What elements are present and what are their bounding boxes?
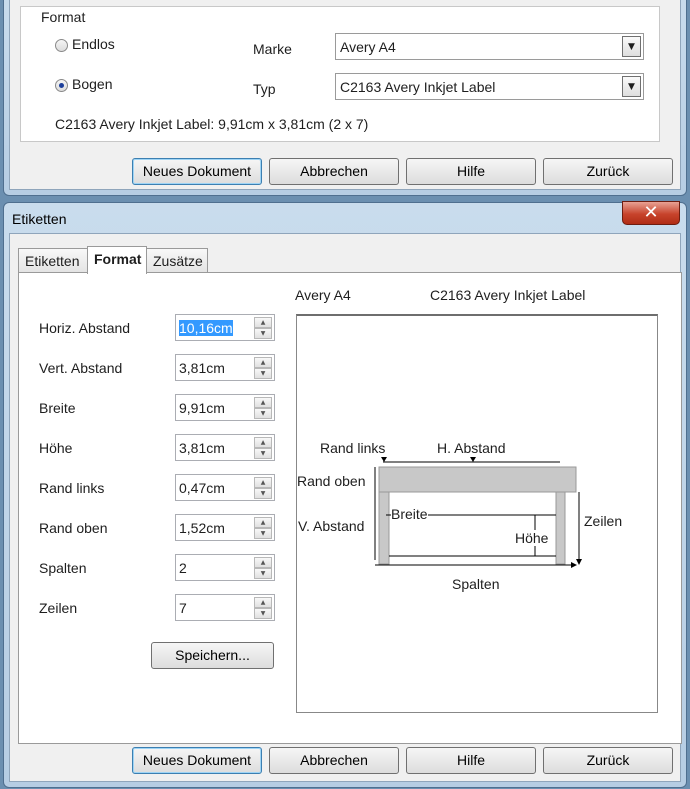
horiz-abstand-label: Horiz. Abstand [39,320,131,336]
background-dialog-client: Format Endlos Bogen Marke Avery A4 ▼ Typ… [9,0,681,190]
preview-type: C2163 Avery Inkjet Label [430,287,586,303]
spin-up-icon[interactable]: ▲ [254,557,272,568]
format-groupbox: Format Endlos Bogen Marke Avery A4 ▼ Typ… [20,6,660,142]
radio-bogen[interactable] [55,79,68,92]
diagram-hoehe: Höhe [515,530,549,546]
background-labels-dialog: Format Endlos Bogen Marke Avery A4 ▼ Typ… [3,0,687,196]
format-group-label: Format [41,9,86,25]
rand-links-spinner[interactable]: ▲ ▼ [254,477,272,499]
back-button[interactable]: Zurück [543,747,673,774]
vert-abstand-label: Vert. Abstand [39,360,123,376]
rand-links-marker [381,457,387,462]
tab-etiketten[interactable]: Etiketten [18,248,88,272]
chevron-down-icon[interactable]: ▼ [622,76,641,97]
label-right-column [555,491,566,565]
diagram-v-abstand: V. Abstand [298,518,365,534]
spin-down-icon[interactable]: ▼ [254,448,272,459]
vert-abstand-value: 3,81cm [179,360,225,376]
spin-up-icon[interactable]: ▲ [254,597,272,608]
breite-label: Breite [39,400,76,416]
marke-label: Marke [253,41,292,57]
horiz-abstand-value: 10,16cm [179,320,233,336]
spalten-field[interactable]: 2 ▲ ▼ [175,554,275,581]
back-button[interactable]: Zurück [543,158,673,185]
horiz-abstand-field[interactable]: 10,16cm ▲ ▼ [175,314,275,341]
spin-down-icon[interactable]: ▼ [254,328,272,339]
diagram-rand-links: Rand links [320,440,386,456]
diagram-zeilen: Zeilen [584,513,623,529]
dialog-client: Etiketten Format Zusätze Horiz. Abstand … [9,233,682,782]
spalten-value: 2 [179,560,187,576]
help-button[interactable]: Hilfe [406,158,536,185]
radio-endlos-label[interactable]: Endlos [72,36,115,52]
close-button[interactable]: ✕ [622,201,680,225]
new-document-button[interactable]: Neues Dokument [132,747,262,774]
spalten-label: Spalten [39,560,87,576]
format-tab-panel: Horiz. Abstand 10,16cm ▲ ▼ Vert. Abstand … [18,272,682,744]
vert-abstand-field[interactable]: 3,81cm ▲ ▼ [175,354,275,381]
marke-combobox[interactable]: Avery A4 ▼ [335,33,644,60]
diagram-rand-oben: Rand oben [297,473,366,489]
breite-spinner[interactable]: ▲ ▼ [254,397,272,419]
spin-up-icon[interactable]: ▲ [254,517,272,528]
typ-label: Typ [253,81,276,97]
preview-brand: Avery A4 [295,287,351,303]
label-info-text: C2163 Avery Inkjet Label: 9,91cm x 3,81c… [55,116,369,132]
dialog-title: Etiketten [12,211,67,227]
diagram-breite: Breite [391,506,428,522]
spin-down-icon[interactable]: ▼ [254,568,272,579]
spin-down-icon[interactable]: ▼ [254,368,272,379]
spin-up-icon[interactable]: ▲ [254,477,272,488]
zeilen-spinner[interactable]: ▲ ▼ [254,597,272,619]
rand-links-field[interactable]: 0,47cm ▲ ▼ [175,474,275,501]
spalten-spinner[interactable]: ▲ ▼ [254,557,272,579]
spin-down-icon[interactable]: ▼ [254,488,272,499]
spin-up-icon[interactable]: ▲ [254,317,272,328]
label-left-column [378,491,390,565]
radio-bogen-label[interactable]: Bogen [72,76,112,92]
help-button[interactable]: Hilfe [406,747,536,774]
breite-field[interactable]: 9,91cm ▲ ▼ [175,394,275,421]
hoehe-label: Höhe [39,440,73,456]
spin-up-icon[interactable]: ▲ [254,437,272,448]
rand-oben-spinner[interactable]: ▲ ▼ [254,517,272,539]
labels-dialog: Etiketten ✕ Etiketten Format Zusätze Hor… [3,201,687,788]
tab-format[interactable]: Format [87,246,147,274]
spin-down-icon[interactable]: ▼ [254,608,272,619]
close-icon: ✕ [643,202,659,223]
marke-value: Avery A4 [340,39,396,55]
hoehe-value: 3,81cm [179,440,225,456]
zeilen-value: 7 [179,600,187,616]
h-abstand-marker [470,457,476,462]
tab-zusaetze[interactable]: Zusätze [146,248,208,272]
label-preview: Rand links H. Abstand Rand oben V. Absta… [296,314,658,713]
new-document-button[interactable]: Neues Dokument [132,158,262,185]
rand-oben-field[interactable]: 1,52cm ▲ ▼ [175,514,275,541]
rand-links-value: 0,47cm [179,480,225,496]
rand-oben-value: 1,52cm [179,520,225,536]
diagram-spalten: Spalten [452,576,500,592]
vert-abstand-spinner[interactable]: ▲ ▼ [254,357,272,379]
spin-up-icon[interactable]: ▲ [254,397,272,408]
cancel-button[interactable]: Abbrechen [269,158,399,185]
save-button[interactable]: Speichern... [151,642,274,669]
hoehe-field[interactable]: 3,81cm ▲ ▼ [175,434,275,461]
spin-down-icon[interactable]: ▼ [254,408,272,419]
diagram-h-abstand: H. Abstand [437,440,506,456]
rand-oben-label: Rand oben [39,520,108,536]
typ-combobox[interactable]: C2163 Avery Inkjet Label ▼ [335,73,644,100]
typ-value: C2163 Avery Inkjet Label [340,79,496,95]
rand-links-label: Rand links [39,480,105,496]
spin-up-icon[interactable]: ▲ [254,357,272,368]
breite-value: 9,91cm [179,400,225,416]
label-top-strip [378,466,577,493]
chevron-down-icon[interactable]: ▼ [622,36,641,57]
hoehe-spinner[interactable]: ▲ ▼ [254,437,272,459]
zeilen-field[interactable]: 7 ▲ ▼ [175,594,275,621]
spin-down-icon[interactable]: ▼ [254,528,272,539]
zeilen-label: Zeilen [39,600,78,616]
radio-endlos[interactable] [55,39,68,52]
horiz-abstand-spinner[interactable]: ▲ ▼ [254,317,272,339]
cancel-button[interactable]: Abbrechen [269,747,399,774]
